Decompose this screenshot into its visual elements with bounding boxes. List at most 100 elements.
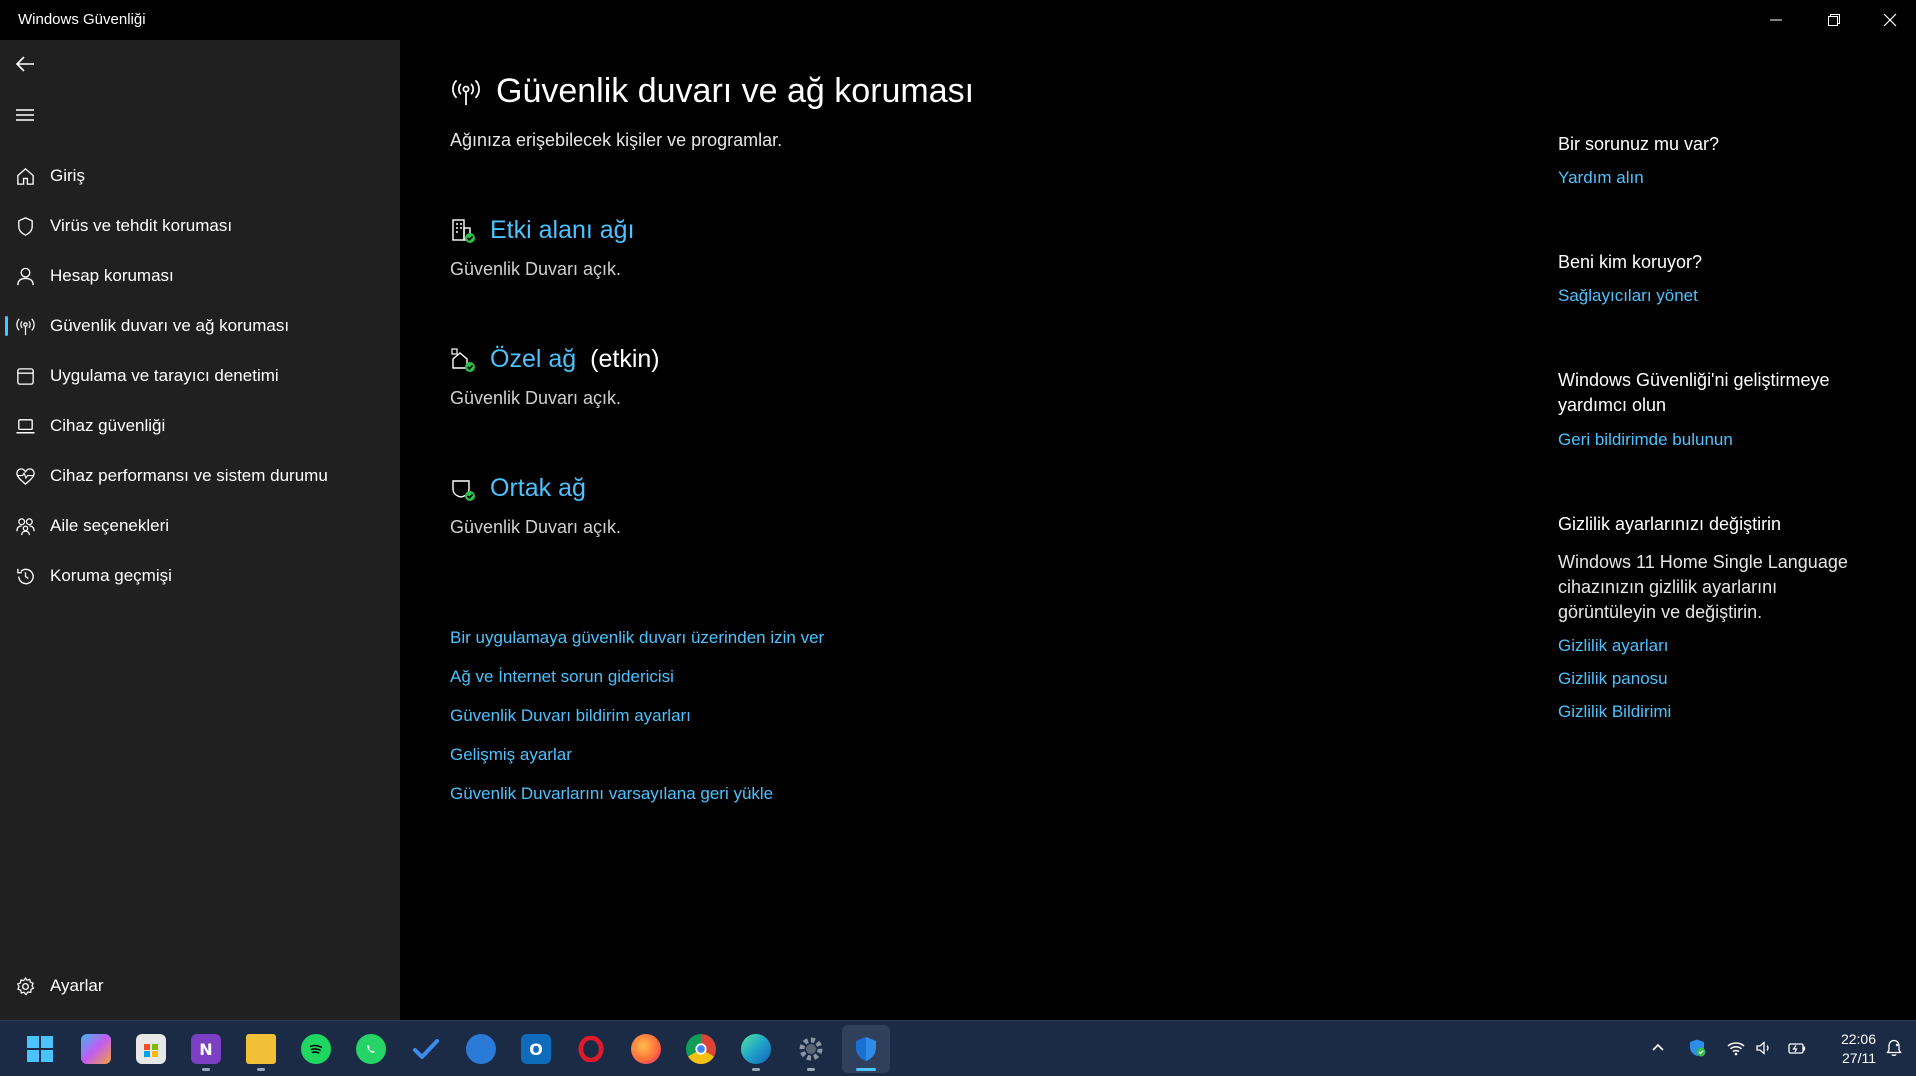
private-network-link[interactable]: Özel ağ — [490, 345, 576, 374]
running-indicator — [752, 1068, 760, 1071]
sidebar-item-firewall[interactable]: Güvenlik duvarı ve ağ koruması — [0, 304, 400, 348]
network-troubleshooter-link[interactable]: Ağ ve İnternet sorun gidericisi — [450, 657, 824, 696]
sidebar-item-label: Cihaz güvenliği — [50, 416, 166, 435]
taskbar-copilot[interactable] — [72, 1025, 120, 1073]
taskbar-settings[interactable] — [787, 1025, 835, 1073]
onenote-icon: N — [191, 1034, 221, 1064]
taskbar-edge-beta[interactable] — [457, 1025, 505, 1073]
sidebar-item-device-performance[interactable]: Cihaz performansı ve sistem durumu — [0, 454, 400, 498]
sidebar-item-label: Uygulama ve tarayıcı denetimi — [50, 366, 279, 385]
sidebar-item-settings[interactable]: Ayarlar — [0, 964, 400, 1008]
running-indicator — [202, 1068, 210, 1071]
taskbar-outlook[interactable]: O — [512, 1025, 560, 1073]
sidebar-item-label: Cihaz performansı ve sistem durumu — [50, 466, 328, 485]
antenna-icon — [452, 79, 480, 105]
sidebar-item-label: Aile seçenekleri — [50, 516, 170, 535]
sidebar-item-label: Güvenlik duvarı ve ağ koruması — [50, 316, 290, 335]
gear-icon — [14, 975, 36, 997]
chevron-up-icon — [1652, 1043, 1664, 1051]
privacy-settings-link[interactable]: Gizlilik ayarları — [1558, 636, 1669, 656]
spotify-icon — [301, 1034, 331, 1064]
active-network-label: (etkin) — [590, 345, 660, 373]
sidebar-item-label: Virüs ve tehdit koruması — [50, 216, 233, 235]
sidebar-item-device-security[interactable]: Cihaz güvenliği — [0, 404, 400, 448]
hamburger-icon — [16, 109, 34, 121]
tray-battery[interactable] — [1785, 1035, 1809, 1061]
windows-security-icon — [851, 1034, 881, 1064]
get-help-link[interactable]: Yardım alın — [1558, 168, 1644, 188]
taskbar-windows-security[interactable] — [842, 1025, 890, 1073]
taskbar-firefox[interactable] — [622, 1025, 670, 1073]
active-indicator — [5, 316, 8, 336]
tray-security[interactable] — [1685, 1035, 1709, 1061]
domain-network-icon — [450, 218, 476, 244]
sidebar-item-account-protection[interactable]: Hesap koruması — [0, 254, 400, 298]
sidebar-item-label: Hesap koruması — [50, 266, 174, 285]
minimize-button[interactable] — [1748, 0, 1804, 40]
sidebar-item-home[interactable]: Giriş — [0, 154, 400, 198]
protection-heading: Beni kim koruyor? — [1558, 252, 1703, 272]
give-feedback-link[interactable]: Geri bildirimde bulunun — [1558, 430, 1733, 450]
hamburger-menu-button[interactable] — [8, 98, 42, 132]
network-domain: Etki alanı ağı Güvenlik Duvarı açık. — [450, 216, 635, 280]
sidebar-item-label: Ayarlar — [50, 976, 104, 995]
clock-time: 22:06 — [1840, 1031, 1876, 1047]
taskbar-store[interactable] — [127, 1025, 175, 1073]
firewall-links: Bir uygulamaya güvenlik duvarı üzerinden… — [450, 618, 824, 813]
public-network-icon — [450, 476, 476, 502]
taskbar-opera[interactable] — [567, 1025, 615, 1073]
sidebar-item-virus-protection[interactable]: Virüs ve tehdit koruması — [0, 204, 400, 248]
store-icon — [136, 1034, 166, 1064]
history-icon — [14, 565, 36, 587]
todo-icon — [411, 1034, 441, 1064]
show-hidden-icons-button[interactable] — [1646, 1035, 1670, 1061]
public-network-status: Güvenlik Duvarı açık. — [450, 517, 622, 537]
sidebar-item-protection-history[interactable]: Koruma geçmişi — [0, 554, 400, 598]
taskbar-onenote[interactable]: N — [182, 1025, 230, 1073]
taskbar-start[interactable] — [16, 1025, 64, 1073]
close-button[interactable] — [1862, 0, 1916, 40]
battery-charging-icon — [1788, 1043, 1806, 1054]
advanced-settings-link[interactable]: Gelişmiş ayarlar — [450, 735, 824, 774]
laptop-icon — [14, 415, 36, 437]
privacy-statement-link[interactable]: Gizlilik Bildirimi — [1558, 702, 1671, 722]
home-icon — [14, 165, 36, 187]
minimize-icon — [1770, 19, 1782, 21]
whatsapp-icon — [356, 1034, 386, 1064]
tray-volume[interactable] — [1752, 1035, 1776, 1061]
back-button[interactable] — [8, 47, 42, 81]
page-title: Güvenlik duvarı ve ağ koruması — [496, 72, 975, 110]
sidebar: Giriş Virüs ve tehdit koruması Hesap kor… — [0, 40, 400, 1020]
privacy-dashboard-link[interactable]: Gizlilik panosu — [1558, 669, 1668, 689]
public-network-link[interactable]: Ortak ağ — [490, 474, 586, 503]
active-app-indicator — [856, 1068, 876, 1071]
notification-bell-icon — [1886, 1039, 1902, 1056]
notification-settings-link[interactable]: Güvenlik Duvarı bildirim ayarları — [450, 696, 824, 735]
sidebar-item-family-options[interactable]: Aile seçenekleri — [0, 504, 400, 548]
outlook-icon: O — [521, 1034, 551, 1064]
domain-network-link[interactable]: Etki alanı ağı — [490, 216, 635, 245]
sidebar-item-app-browser-control[interactable]: Uygulama ve tarayıcı denetimi — [0, 354, 400, 398]
speaker-icon — [1756, 1041, 1769, 1055]
restore-icon — [1828, 14, 1840, 26]
app-window-icon — [14, 365, 36, 387]
page-subtitle: Ağınıza erişebilecek kişiler ve programl… — [450, 130, 783, 150]
restore-button[interactable] — [1806, 0, 1862, 40]
taskbar-whatsapp[interactable] — [347, 1025, 395, 1073]
file-explorer-icon — [246, 1034, 276, 1064]
clock-date: 27/11 — [1842, 1050, 1876, 1066]
title-bar: Windows Güvenliği — [0, 0, 1916, 40]
restore-defaults-link[interactable]: Güvenlik Duvarlarını varsayılana geri yü… — [450, 774, 824, 813]
taskbar-edge[interactable] — [732, 1025, 780, 1073]
taskbar-todo[interactable] — [402, 1025, 450, 1073]
taskbar-spotify[interactable] — [292, 1025, 340, 1073]
tray-wifi[interactable] — [1724, 1035, 1748, 1061]
private-network-icon — [450, 347, 476, 373]
taskbar-file-explorer[interactable] — [237, 1025, 285, 1073]
tray-notifications[interactable] — [1882, 1035, 1906, 1061]
allow-app-link[interactable]: Bir uygulamaya güvenlik duvarı üzerinden… — [450, 618, 824, 657]
taskbar-chrome[interactable] — [677, 1025, 725, 1073]
start-icon — [25, 1034, 55, 1064]
taskbar-clock[interactable]: 22:06 27/11 — [1816, 1030, 1876, 1068]
manage-providers-link[interactable]: Sağlayıcıları yönet — [1558, 286, 1698, 306]
